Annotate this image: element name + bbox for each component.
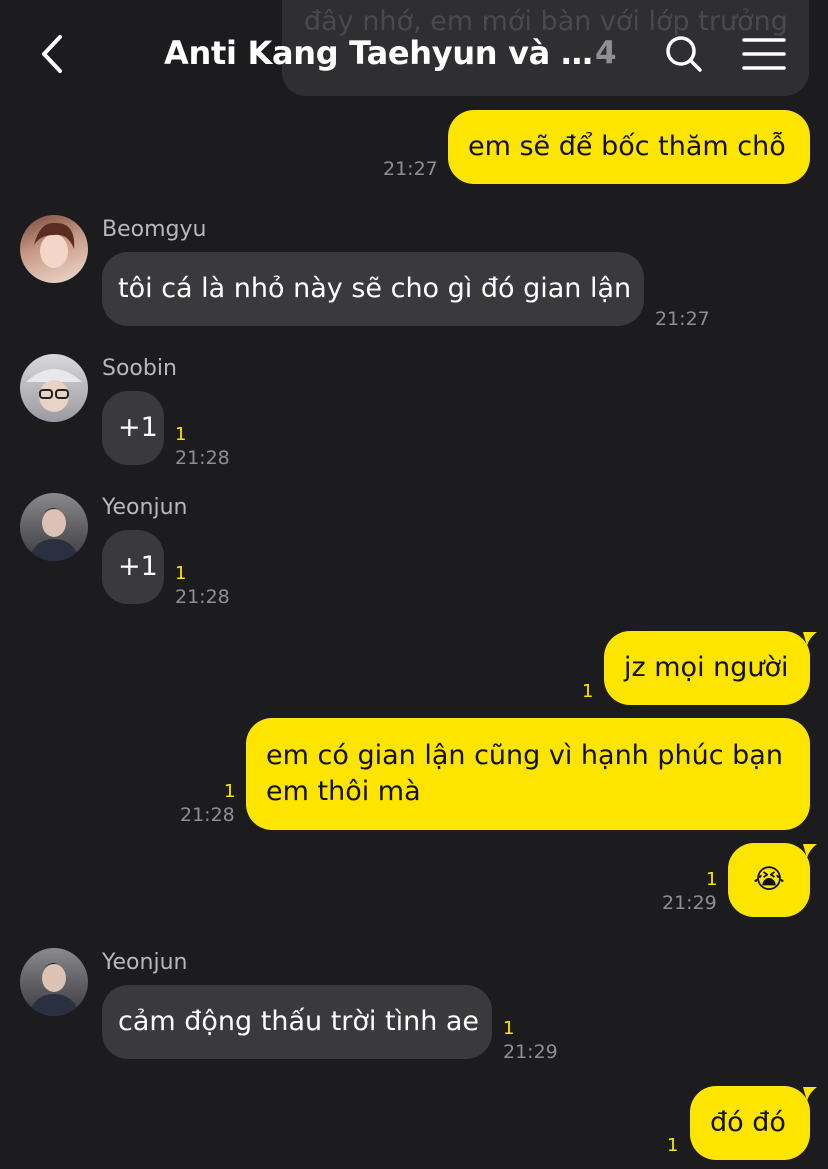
message-time: 21:28	[180, 804, 235, 826]
my-message-bubble[interactable]: em sẽ để bốc thăm chỗ	[448, 110, 810, 184]
their-message-bubble[interactable]: +1	[102, 391, 164, 465]
bubble-tail	[803, 632, 817, 646]
message-time: 21:28	[175, 447, 230, 469]
their-message-bubble[interactable]: tôi cá là nhỏ này sẽ cho gì đó gian lận	[102, 252, 644, 326]
message-time: 21:29	[662, 892, 717, 914]
bubble-tail	[803, 844, 817, 858]
my-message-bubble[interactable]: jz mọi người	[604, 631, 810, 705]
message-time: 21:27	[655, 308, 710, 330]
avatar[interactable]	[20, 493, 88, 561]
sender-name: Yeonjun	[102, 495, 188, 520]
my-message-bubble[interactable]: đó đó	[690, 1086, 810, 1160]
message-text: em sẽ để bốc thăm chỗ	[468, 131, 786, 162]
my-message-bubble[interactable]: 😭	[728, 843, 810, 917]
message-text: +1	[118, 412, 158, 443]
avatar-photo	[28, 508, 80, 561]
message-text: +1	[118, 551, 158, 582]
sender-name: Yeonjun	[102, 950, 188, 975]
unread-count: 1	[706, 869, 718, 890]
search-icon	[666, 36, 702, 72]
avatar[interactable]	[20, 948, 88, 1016]
menu-icon	[742, 38, 786, 70]
message-text: em có gian lận cũng vì hạnh phúc bạn em …	[266, 740, 783, 807]
avatar-photo	[28, 963, 80, 1016]
message-text: jz mọi người	[624, 652, 789, 683]
chat-title[interactable]: Anti Kang Taehyun và Ha...	[164, 34, 594, 72]
member-count: 4	[595, 35, 617, 71]
unread-count: 1	[667, 1135, 679, 1156]
unread-count: 1	[503, 1018, 515, 1039]
unread-count: 1	[582, 681, 594, 702]
back-button[interactable]	[34, 32, 74, 76]
avatar[interactable]	[20, 215, 88, 283]
chevron-left-icon	[42, 35, 62, 73]
their-message-bubble[interactable]: cảm động thấu trời tình ae	[102, 985, 492, 1059]
emoji-message: 😭	[753, 864, 785, 895]
sender-name: Beomgyu	[102, 217, 207, 242]
avatar-photo	[34, 222, 75, 268]
unread-count: 1	[175, 563, 187, 584]
their-message-bubble[interactable]: +1	[102, 530, 164, 604]
message-text: tôi cá là nhỏ này sẽ cho gì đó gian lận	[118, 273, 632, 304]
search-button[interactable]	[662, 32, 706, 76]
chat-header: Anti Kang Taehyun và Ha... 4	[0, 0, 828, 110]
unread-count: 1	[175, 424, 187, 445]
bubble-tail	[803, 1087, 817, 1101]
message-time: 21:28	[175, 586, 230, 608]
avatar[interactable]	[20, 354, 88, 422]
message-text: cảm động thấu trời tình ae	[118, 1006, 480, 1037]
sender-name: Soobin	[102, 356, 177, 381]
menu-button[interactable]	[742, 36, 786, 72]
message-time: 21:29	[503, 1041, 558, 1063]
message-text: đó đó	[710, 1107, 786, 1138]
avatar-photo	[26, 369, 82, 412]
message-time: 21:27	[383, 158, 438, 180]
unread-count: 1	[224, 781, 236, 802]
my-message-bubble[interactable]: em có gian lận cũng vì hạnh phúc bạn em …	[246, 718, 810, 830]
